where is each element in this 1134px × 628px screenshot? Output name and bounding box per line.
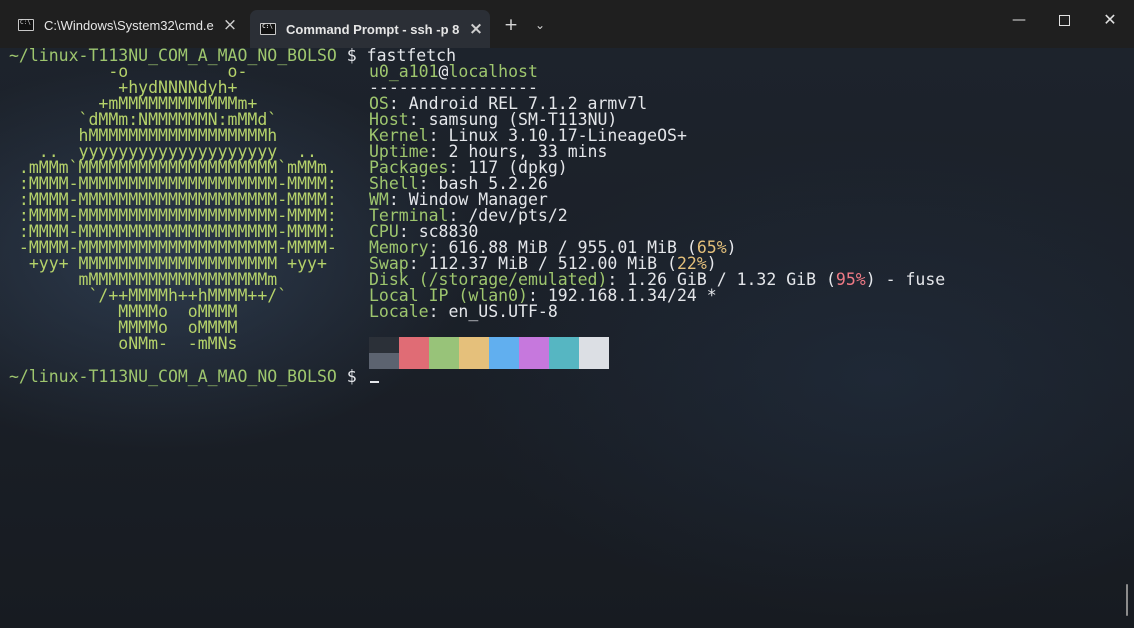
info-value: /dev/pts/2 xyxy=(468,206,568,225)
color-swatch xyxy=(489,337,519,369)
terminal-icon xyxy=(260,23,276,35)
info-colon: : xyxy=(428,302,449,321)
color-swatch xyxy=(369,337,399,353)
terminal-pane[interactable]: ~/linux-T113NU_COM_A_MAO_NO_BOLSO $ fast… xyxy=(0,46,1134,628)
info-row: Locale: en_US.UTF-8 xyxy=(369,302,558,321)
tab-title: C:\Windows\System32\cmd.exe xyxy=(44,17,214,33)
text-cursor xyxy=(370,381,379,383)
ascii-logo-text: oNMm- -mMNs xyxy=(9,334,238,353)
color-swatch xyxy=(519,337,549,369)
tab-cmd[interactable]: C:\Windows\System32\cmd.exe × xyxy=(8,9,246,41)
color-swatch xyxy=(459,337,489,369)
usage-percent: 95% xyxy=(835,270,866,289)
terminal-icon xyxy=(18,19,34,31)
prompt-path: ~/linux-T113NU_COM_A_MAO_NO_BOLSO xyxy=(9,367,337,386)
close-icon[interactable]: × xyxy=(220,15,240,35)
color-swatch xyxy=(549,337,579,369)
prompt-symbol: $ xyxy=(336,46,367,65)
info-tail: ) - fuse xyxy=(865,270,946,289)
maximize-button[interactable] xyxy=(1041,0,1087,40)
color-swatch xyxy=(399,337,429,369)
tab-ssh[interactable]: Command Prompt - ssh -p 8022 × xyxy=(250,10,490,48)
prompt-line: ~/linux-T113NU_COM_A_MAO_NO_BOLSO $ xyxy=(9,367,357,386)
plus-icon[interactable]: + xyxy=(498,12,524,38)
logo-line: oNMm- -mMNs xyxy=(9,334,238,353)
color-swatch xyxy=(429,337,459,369)
tab-title: Command Prompt - ssh -p 8022 xyxy=(286,21,460,37)
title-bar: C:\Windows\System32\cmd.exe × Command Pr… xyxy=(0,0,1134,48)
window-close-button[interactable]: ✕ xyxy=(1087,0,1133,40)
close-icon[interactable]: × xyxy=(466,19,486,39)
info-value: 192.168.1.34/24 * xyxy=(547,286,717,305)
color-swatch xyxy=(369,353,399,369)
color-swatch xyxy=(579,337,609,369)
info-value: en_US.UTF-8 xyxy=(448,302,558,321)
info-tail: ) xyxy=(726,238,737,257)
minimize-button[interactable]: — xyxy=(996,0,1042,40)
info-key: Locale xyxy=(369,302,429,321)
scrollbar[interactable] xyxy=(1126,584,1128,616)
prompt-symbol: $ xyxy=(336,367,357,386)
chevron-down-icon[interactable]: ⌄ xyxy=(528,12,552,38)
